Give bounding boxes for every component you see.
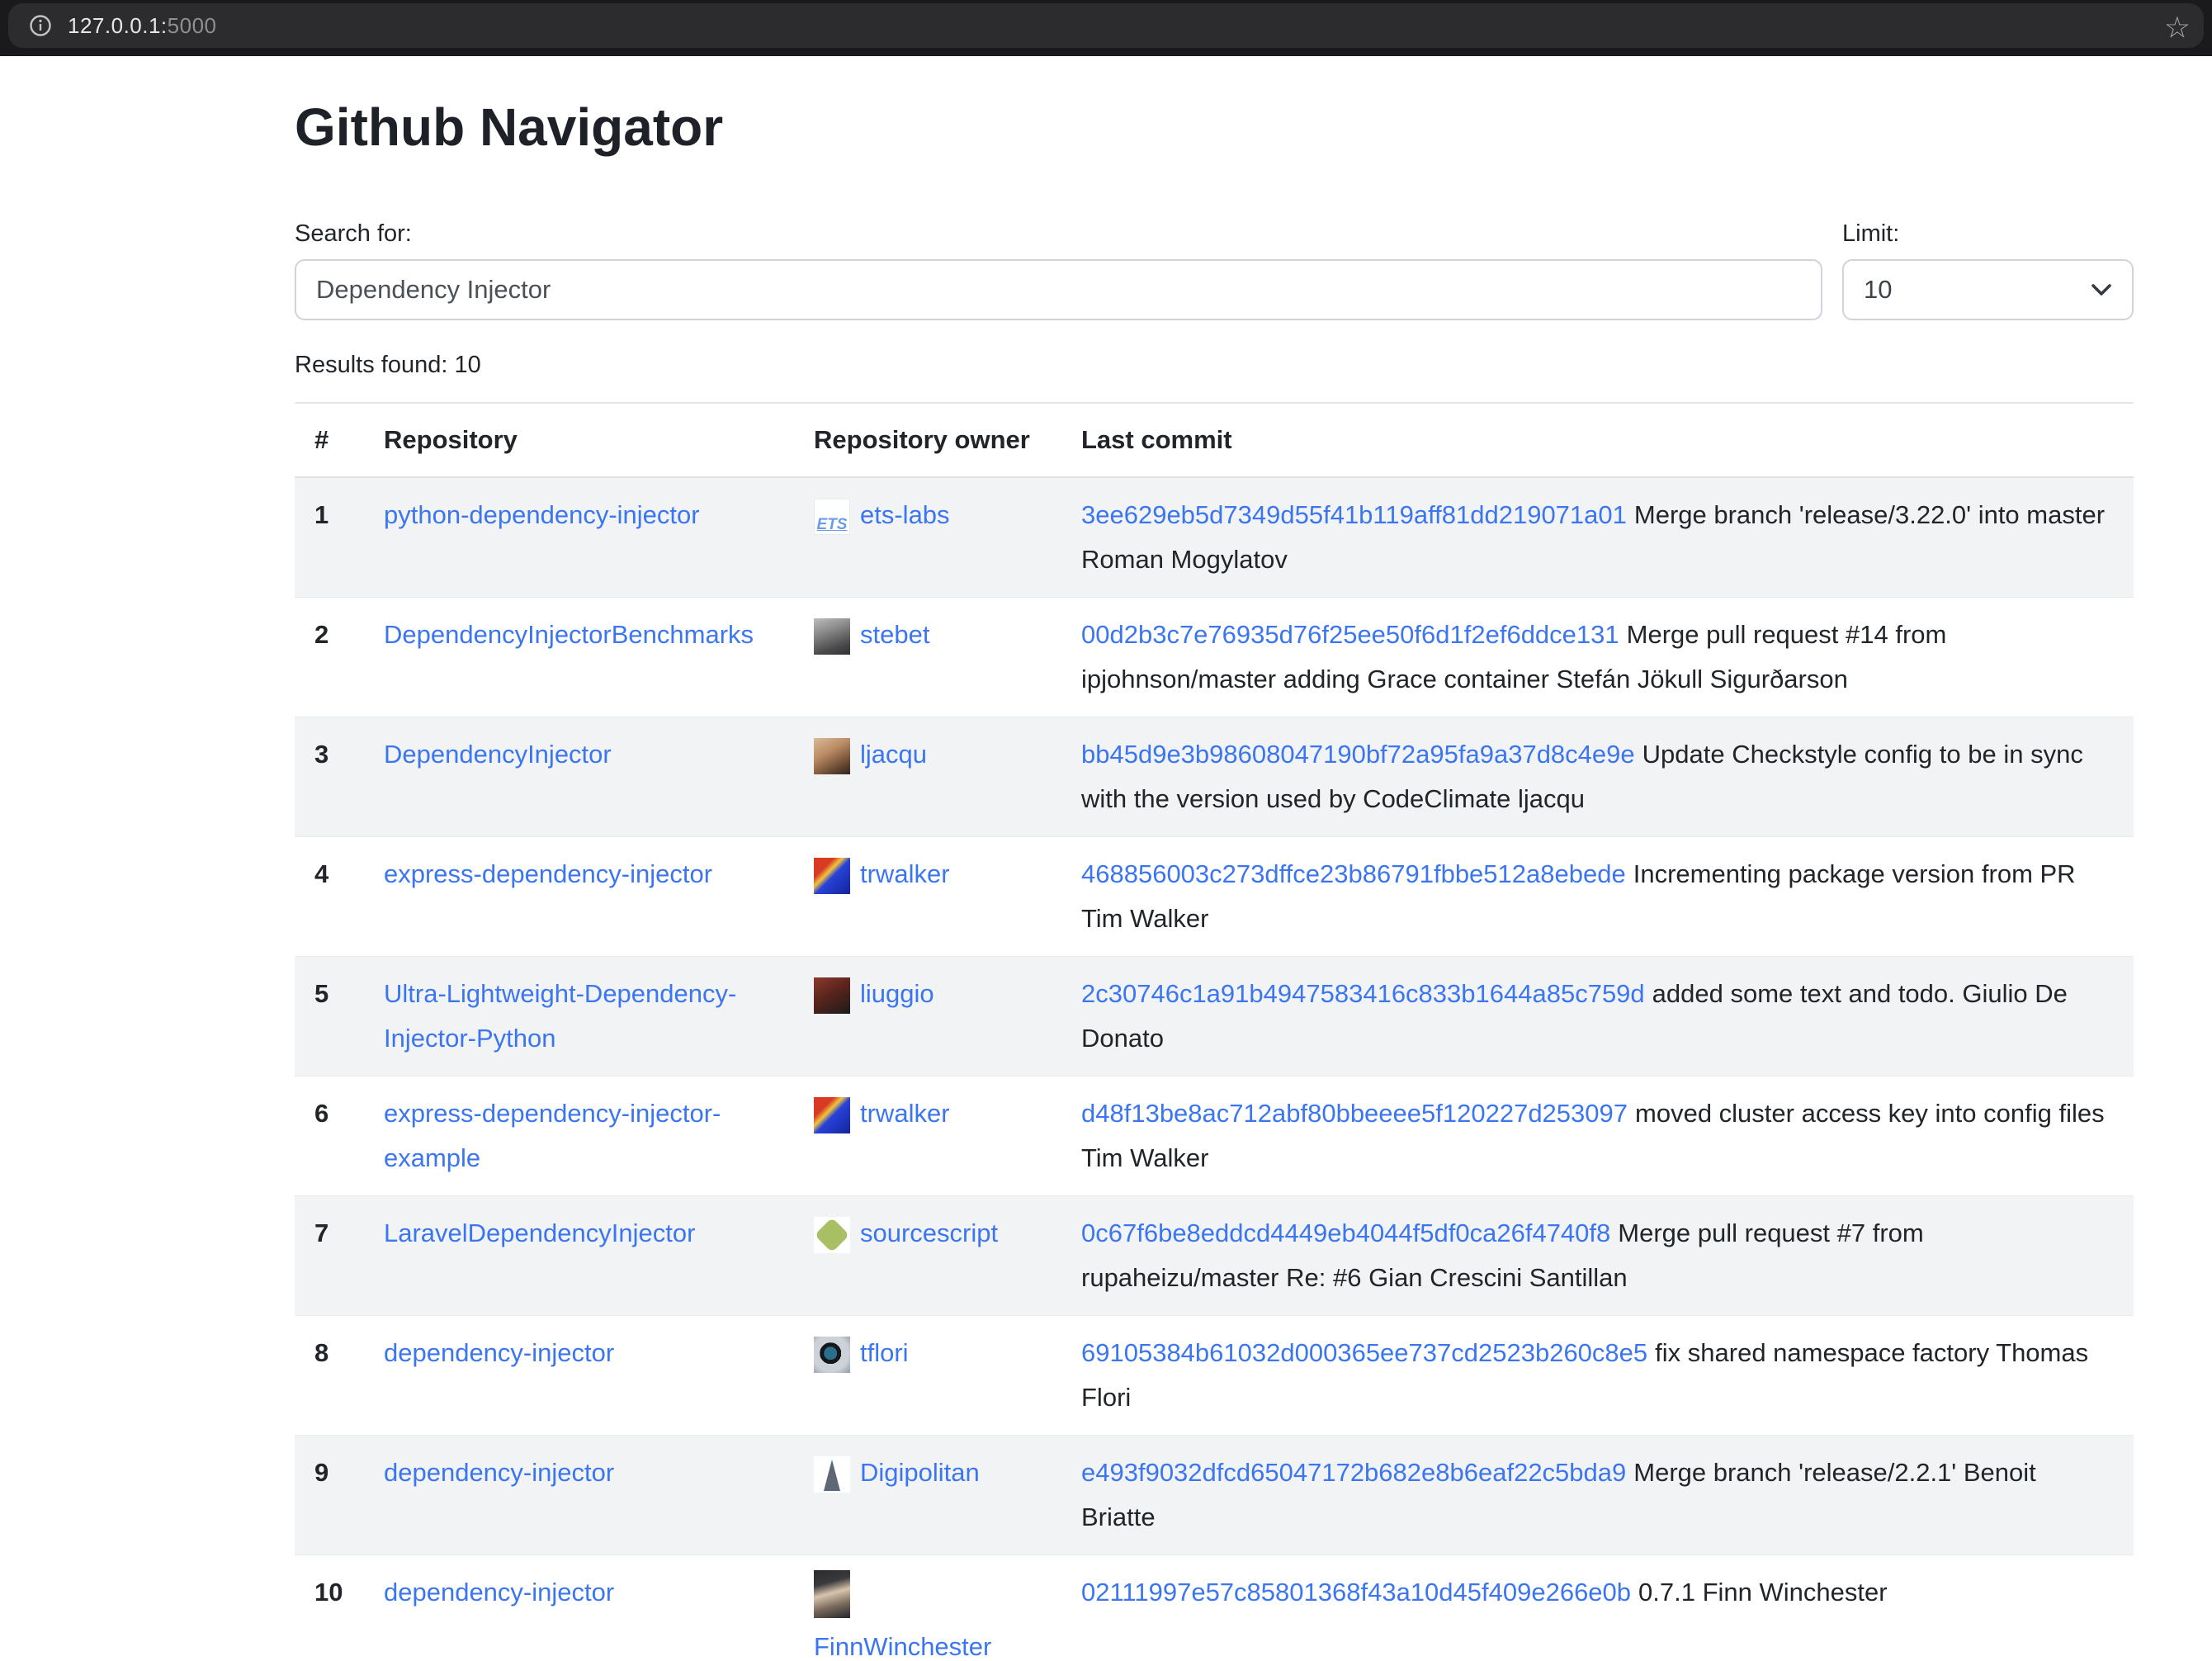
owner-avatar (814, 1456, 850, 1493)
owner-avatar (814, 1570, 850, 1618)
owner-link[interactable]: stebet (860, 620, 929, 649)
limit-select[interactable]: 10 (1842, 259, 2134, 320)
row-number: 8 (295, 1315, 364, 1435)
row-number: 5 (295, 956, 364, 1076)
col-header-last-commit: Last commit (1061, 404, 2134, 477)
search-group: Search for: (295, 220, 1822, 320)
commit-hash-link[interactable]: e493f9032dfcd65047172b682e8b6eaf22c5bda9 (1081, 1458, 1626, 1487)
browser-url-bar[interactable]: 127.0.0.1:5000 (8, 3, 2204, 48)
table-row: 6 express-dependency-injector-example tr… (295, 1076, 2134, 1195)
row-number: 3 (295, 717, 364, 836)
repository-link[interactable]: express-dependency-injector (384, 859, 712, 888)
row-number: 2 (295, 597, 364, 717)
url-port: 5000 (168, 13, 217, 38)
url-text[interactable]: 127.0.0.1:5000 (68, 13, 217, 39)
commit-message: 0.7.1 Finn Winchester (1638, 1578, 1888, 1607)
repository-link[interactable]: dependency-injector (384, 1458, 614, 1487)
table-row: 1 python-dependency-injector ETS ets-labs… (295, 477, 2134, 598)
search-form: Search for: Limit: 10 (295, 220, 2134, 320)
repository-link[interactable]: Ultra-Lightweight-Dependency-Injector-Py… (384, 979, 736, 1053)
owner-avatar (814, 1097, 850, 1133)
commit-hash-link[interactable]: 468856003c273dffce23b86791fbbe512a8ebede (1081, 859, 1626, 888)
owner-link[interactable]: trwalker (860, 859, 950, 888)
row-number: 9 (295, 1435, 364, 1555)
results-table: # Repository Repository owner Last commi… (295, 404, 2134, 1661)
row-number: 10 (295, 1555, 364, 1661)
search-label: Search for: (295, 220, 1822, 248)
search-input[interactable] (295, 259, 1822, 320)
col-header-repository: Repository (364, 404, 794, 477)
owner-avatar-glyph: ETS (817, 509, 848, 535)
owner-avatar (814, 1337, 850, 1373)
row-number: 1 (295, 477, 364, 598)
row-number: 7 (295, 1195, 364, 1315)
owner-link[interactable]: Digipolitan (860, 1458, 980, 1487)
limit-label: Limit: (1842, 220, 2134, 248)
bookmark-star-icon[interactable]: ☆ (2164, 12, 2191, 42)
table-row: 10 dependency-injector FinnWinchester 02… (295, 1555, 2134, 1661)
owner-link[interactable]: trwalker (860, 1099, 950, 1128)
repository-link[interactable]: dependency-injector (384, 1338, 614, 1367)
page-title: Github Navigator (295, 96, 2134, 159)
owner-avatar (814, 1217, 850, 1253)
owner-link[interactable]: ets-labs (860, 500, 950, 529)
repository-link[interactable]: LaravelDependencyInjector (384, 1219, 695, 1247)
repository-link[interactable]: express-dependency-injector-example (384, 1099, 721, 1172)
main-content: Github Navigator Search for: Limit: 10 R… (295, 56, 2134, 1661)
owner-avatar-glyph (824, 1460, 840, 1491)
repository-link[interactable]: dependency-injector (384, 1578, 614, 1607)
limit-selected-value: 10 (1864, 275, 1892, 305)
owner-link[interactable]: tflori (860, 1338, 909, 1367)
limit-group: Limit: 10 (1842, 220, 2134, 320)
repository-link[interactable]: python-dependency-injector (384, 500, 700, 529)
results-count: Results found: 10 (295, 352, 2134, 379)
owner-link[interactable]: FinnWinchester (814, 1625, 1042, 1661)
table-row: 5 Ultra-Lightweight-Dependency-Injector-… (295, 956, 2134, 1076)
owner-avatar (814, 738, 850, 774)
table-row: 8 dependency-injector tflori 69105384b61… (295, 1315, 2134, 1435)
commit-hash-link[interactable]: 69105384b61032d000365ee737cd2523b260c8e5 (1081, 1338, 1647, 1367)
commit-hash-link[interactable]: 2c30746c1a91b4947583416c833b1644a85c759d (1081, 979, 1645, 1008)
table-row: 2 DependencyInjectorBenchmarks stebet 00… (295, 597, 2134, 717)
owner-avatar (814, 858, 850, 894)
col-header-number: # (295, 404, 364, 477)
owner-link[interactable]: sourcescript (860, 1219, 998, 1247)
owner-link[interactable]: liuggio (860, 979, 934, 1008)
owner-link[interactable]: ljacqu (860, 740, 927, 769)
commit-hash-link[interactable]: 02111997e57c85801368f43a10d45f409e266e0b (1081, 1578, 1631, 1607)
table-row: 9 dependency-injector Digipolitan e493f9… (295, 1435, 2134, 1555)
row-number: 6 (295, 1076, 364, 1195)
table-row: 7 LaravelDependencyInjector sourcescript… (295, 1195, 2134, 1315)
owner-avatar-glyph (815, 1217, 849, 1252)
repository-link[interactable]: DependencyInjector (384, 740, 612, 769)
chevron-down-icon (2091, 283, 2112, 296)
col-header-owner: Repository owner (794, 404, 1061, 477)
commit-hash-link[interactable]: 00d2b3c7e76935d76f25ee50f6d1f2ef6ddce131 (1081, 620, 1619, 649)
browser-chrome: 127.0.0.1:5000 ☆ (0, 0, 2212, 56)
table-row: 4 express-dependency-injector trwalker 4… (295, 836, 2134, 956)
url-host: 127.0.0.1: (68, 13, 168, 38)
owner-avatar: ETS (814, 499, 850, 535)
repository-link[interactable]: DependencyInjectorBenchmarks (384, 620, 754, 649)
commit-hash-link[interactable]: d48f13be8ac712abf80bbeeee5f120227d253097 (1081, 1099, 1628, 1128)
browser-window: 127.0.0.1:5000 ☆ Github Navigator Search… (0, 0, 2212, 1661)
commit-hash-link[interactable]: 0c67f6be8eddcd4449eb4044f5df0ca26f4740f8 (1081, 1219, 1610, 1247)
owner-avatar (814, 977, 850, 1014)
row-number: 4 (295, 836, 364, 956)
table-header-row: # Repository Repository owner Last commi… (295, 404, 2134, 477)
commit-hash-link[interactable]: bb45d9e3b98608047190bf72a95fa9a37d8c4e9e (1081, 740, 1635, 769)
info-icon[interactable] (30, 15, 51, 36)
commit-hash-link[interactable]: 3ee629eb5d7349d55f41b119aff81dd219071a01 (1081, 500, 1627, 529)
table-row: 3 DependencyInjector ljacqu bb45d9e3b986… (295, 717, 2134, 836)
owner-avatar (814, 618, 850, 655)
